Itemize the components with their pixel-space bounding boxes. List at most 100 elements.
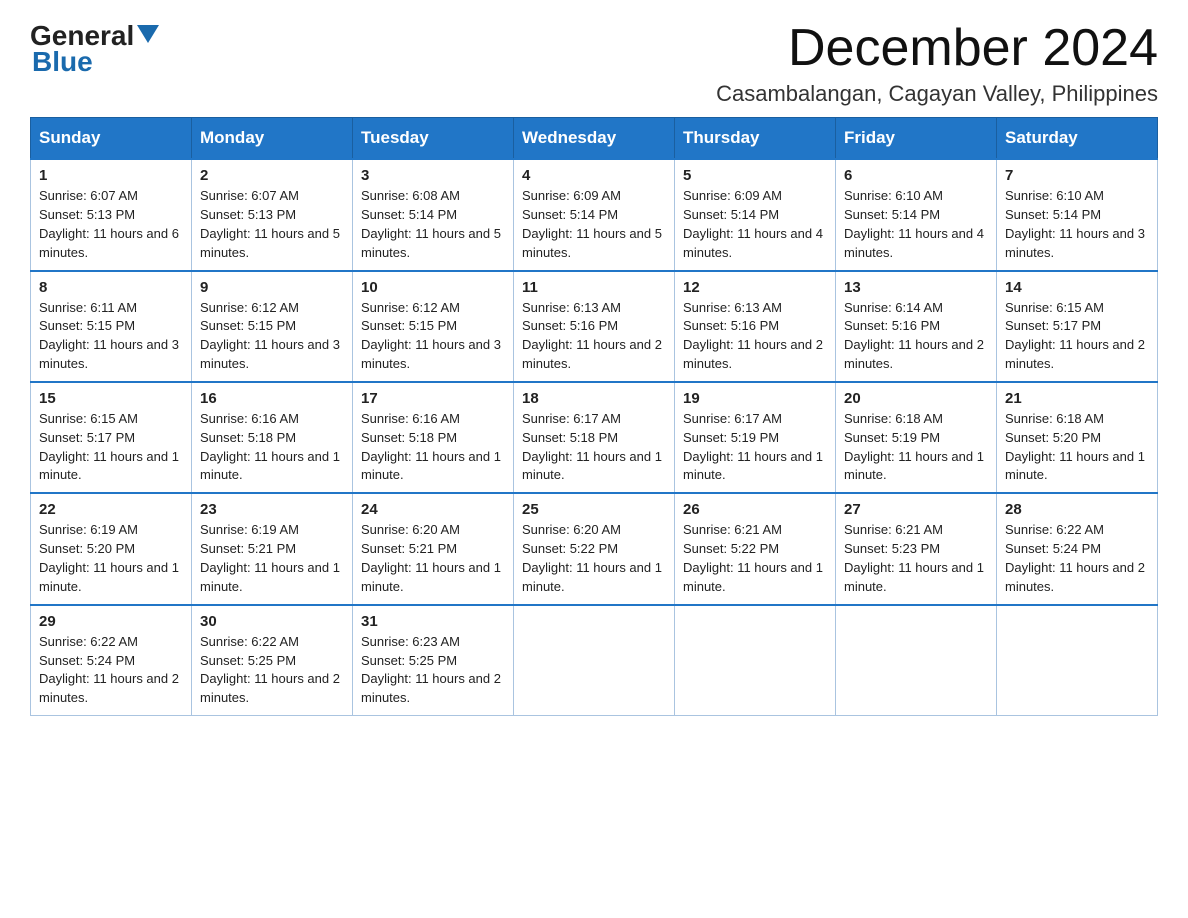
logo: General Blue: [30, 20, 159, 78]
logo-text-blue: Blue: [30, 46, 93, 78]
day-number: 6: [844, 167, 988, 184]
day-number: 3: [361, 167, 505, 184]
logo-arrow-icon: [137, 25, 159, 48]
calendar-cell: 4 Sunrise: 6:09 AM Sunset: 5:14 PM Dayli…: [514, 159, 675, 270]
day-number: 29: [39, 613, 183, 630]
day-number: 22: [39, 501, 183, 518]
calendar-cell: 1 Sunrise: 6:07 AM Sunset: 5:13 PM Dayli…: [31, 159, 192, 270]
day-number: 30: [200, 613, 344, 630]
day-info: Sunrise: 6:07 AM Sunset: 5:13 PM Dayligh…: [200, 187, 344, 262]
week-row-4: 22 Sunrise: 6:19 AM Sunset: 5:20 PM Dayl…: [31, 493, 1158, 604]
day-info: Sunrise: 6:13 AM Sunset: 5:16 PM Dayligh…: [522, 299, 666, 374]
week-row-2: 8 Sunrise: 6:11 AM Sunset: 5:15 PM Dayli…: [31, 271, 1158, 382]
calendar-cell: 28 Sunrise: 6:22 AM Sunset: 5:24 PM Dayl…: [997, 493, 1158, 604]
day-number: 26: [683, 501, 827, 518]
calendar-cell: 31 Sunrise: 6:23 AM Sunset: 5:25 PM Dayl…: [353, 605, 514, 716]
day-info: Sunrise: 6:09 AM Sunset: 5:14 PM Dayligh…: [683, 187, 827, 262]
calendar-cell: 23 Sunrise: 6:19 AM Sunset: 5:21 PM Dayl…: [192, 493, 353, 604]
weekday-header-wednesday: Wednesday: [514, 118, 675, 160]
weekday-header-thursday: Thursday: [675, 118, 836, 160]
weekday-header-sunday: Sunday: [31, 118, 192, 160]
day-number: 17: [361, 390, 505, 407]
calendar-cell: 27 Sunrise: 6:21 AM Sunset: 5:23 PM Dayl…: [836, 493, 997, 604]
location-title: Casambalangan, Cagayan Valley, Philippin…: [716, 81, 1158, 107]
day-info: Sunrise: 6:22 AM Sunset: 5:24 PM Dayligh…: [1005, 521, 1149, 596]
day-number: 18: [522, 390, 666, 407]
day-number: 15: [39, 390, 183, 407]
calendar-cell: 5 Sunrise: 6:09 AM Sunset: 5:14 PM Dayli…: [675, 159, 836, 270]
day-number: 7: [1005, 167, 1149, 184]
day-number: 10: [361, 279, 505, 296]
day-info: Sunrise: 6:12 AM Sunset: 5:15 PM Dayligh…: [200, 299, 344, 374]
day-info: Sunrise: 6:11 AM Sunset: 5:15 PM Dayligh…: [39, 299, 183, 374]
day-number: 5: [683, 167, 827, 184]
calendar-cell: 24 Sunrise: 6:20 AM Sunset: 5:21 PM Dayl…: [353, 493, 514, 604]
day-info: Sunrise: 6:15 AM Sunset: 5:17 PM Dayligh…: [1005, 299, 1149, 374]
calendar-cell: 10 Sunrise: 6:12 AM Sunset: 5:15 PM Dayl…: [353, 271, 514, 382]
day-info: Sunrise: 6:14 AM Sunset: 5:16 PM Dayligh…: [844, 299, 988, 374]
weekday-header-friday: Friday: [836, 118, 997, 160]
day-info: Sunrise: 6:16 AM Sunset: 5:18 PM Dayligh…: [200, 410, 344, 485]
calendar-cell: 22 Sunrise: 6:19 AM Sunset: 5:20 PM Dayl…: [31, 493, 192, 604]
day-number: 9: [200, 279, 344, 296]
calendar-cell: 6 Sunrise: 6:10 AM Sunset: 5:14 PM Dayli…: [836, 159, 997, 270]
week-row-5: 29 Sunrise: 6:22 AM Sunset: 5:24 PM Dayl…: [31, 605, 1158, 716]
day-number: 4: [522, 167, 666, 184]
calendar-cell: 15 Sunrise: 6:15 AM Sunset: 5:17 PM Dayl…: [31, 382, 192, 493]
day-info: Sunrise: 6:12 AM Sunset: 5:15 PM Dayligh…: [361, 299, 505, 374]
calendar-cell: 9 Sunrise: 6:12 AM Sunset: 5:15 PM Dayli…: [192, 271, 353, 382]
calendar-cell: 20 Sunrise: 6:18 AM Sunset: 5:19 PM Dayl…: [836, 382, 997, 493]
day-info: Sunrise: 6:21 AM Sunset: 5:22 PM Dayligh…: [683, 521, 827, 596]
day-info: Sunrise: 6:15 AM Sunset: 5:17 PM Dayligh…: [39, 410, 183, 485]
day-info: Sunrise: 6:20 AM Sunset: 5:21 PM Dayligh…: [361, 521, 505, 596]
calendar-cell: 3 Sunrise: 6:08 AM Sunset: 5:14 PM Dayli…: [353, 159, 514, 270]
calendar-cell: 2 Sunrise: 6:07 AM Sunset: 5:13 PM Dayli…: [192, 159, 353, 270]
day-info: Sunrise: 6:08 AM Sunset: 5:14 PM Dayligh…: [361, 187, 505, 262]
calendar-cell: 19 Sunrise: 6:17 AM Sunset: 5:19 PM Dayl…: [675, 382, 836, 493]
calendar-cell: 16 Sunrise: 6:16 AM Sunset: 5:18 PM Dayl…: [192, 382, 353, 493]
page-header: General Blue December 2024 Casambalangan…: [30, 20, 1158, 107]
day-number: 11: [522, 279, 666, 296]
week-row-1: 1 Sunrise: 6:07 AM Sunset: 5:13 PM Dayli…: [31, 159, 1158, 270]
day-info: Sunrise: 6:16 AM Sunset: 5:18 PM Dayligh…: [361, 410, 505, 485]
calendar-cell: [675, 605, 836, 716]
calendar-cell: 30 Sunrise: 6:22 AM Sunset: 5:25 PM Dayl…: [192, 605, 353, 716]
week-row-3: 15 Sunrise: 6:15 AM Sunset: 5:17 PM Dayl…: [31, 382, 1158, 493]
weekday-header-tuesday: Tuesday: [353, 118, 514, 160]
calendar-cell: 7 Sunrise: 6:10 AM Sunset: 5:14 PM Dayli…: [997, 159, 1158, 270]
calendar-cell: 21 Sunrise: 6:18 AM Sunset: 5:20 PM Dayl…: [997, 382, 1158, 493]
day-info: Sunrise: 6:10 AM Sunset: 5:14 PM Dayligh…: [844, 187, 988, 262]
calendar-cell: 26 Sunrise: 6:21 AM Sunset: 5:22 PM Dayl…: [675, 493, 836, 604]
day-number: 27: [844, 501, 988, 518]
day-number: 1: [39, 167, 183, 184]
day-info: Sunrise: 6:23 AM Sunset: 5:25 PM Dayligh…: [361, 633, 505, 708]
weekday-header-row: SundayMondayTuesdayWednesdayThursdayFrid…: [31, 118, 1158, 160]
weekday-header-monday: Monday: [192, 118, 353, 160]
day-info: Sunrise: 6:17 AM Sunset: 5:19 PM Dayligh…: [683, 410, 827, 485]
day-info: Sunrise: 6:07 AM Sunset: 5:13 PM Dayligh…: [39, 187, 183, 262]
day-number: 24: [361, 501, 505, 518]
day-number: 16: [200, 390, 344, 407]
day-info: Sunrise: 6:19 AM Sunset: 5:21 PM Dayligh…: [200, 521, 344, 596]
calendar-cell: [514, 605, 675, 716]
day-info: Sunrise: 6:21 AM Sunset: 5:23 PM Dayligh…: [844, 521, 988, 596]
day-number: 28: [1005, 501, 1149, 518]
day-info: Sunrise: 6:22 AM Sunset: 5:25 PM Dayligh…: [200, 633, 344, 708]
day-number: 23: [200, 501, 344, 518]
day-number: 8: [39, 279, 183, 296]
day-info: Sunrise: 6:10 AM Sunset: 5:14 PM Dayligh…: [1005, 187, 1149, 262]
calendar-cell: 18 Sunrise: 6:17 AM Sunset: 5:18 PM Dayl…: [514, 382, 675, 493]
weekday-header-saturday: Saturday: [997, 118, 1158, 160]
calendar-cell: 11 Sunrise: 6:13 AM Sunset: 5:16 PM Dayl…: [514, 271, 675, 382]
calendar-cell: [997, 605, 1158, 716]
day-info: Sunrise: 6:20 AM Sunset: 5:22 PM Dayligh…: [522, 521, 666, 596]
day-number: 31: [361, 613, 505, 630]
day-info: Sunrise: 6:18 AM Sunset: 5:20 PM Dayligh…: [1005, 410, 1149, 485]
day-number: 14: [1005, 279, 1149, 296]
day-number: 2: [200, 167, 344, 184]
calendar-cell: 14 Sunrise: 6:15 AM Sunset: 5:17 PM Dayl…: [997, 271, 1158, 382]
calendar-cell: 13 Sunrise: 6:14 AM Sunset: 5:16 PM Dayl…: [836, 271, 997, 382]
day-info: Sunrise: 6:17 AM Sunset: 5:18 PM Dayligh…: [522, 410, 666, 485]
day-info: Sunrise: 6:19 AM Sunset: 5:20 PM Dayligh…: [39, 521, 183, 596]
day-number: 12: [683, 279, 827, 296]
